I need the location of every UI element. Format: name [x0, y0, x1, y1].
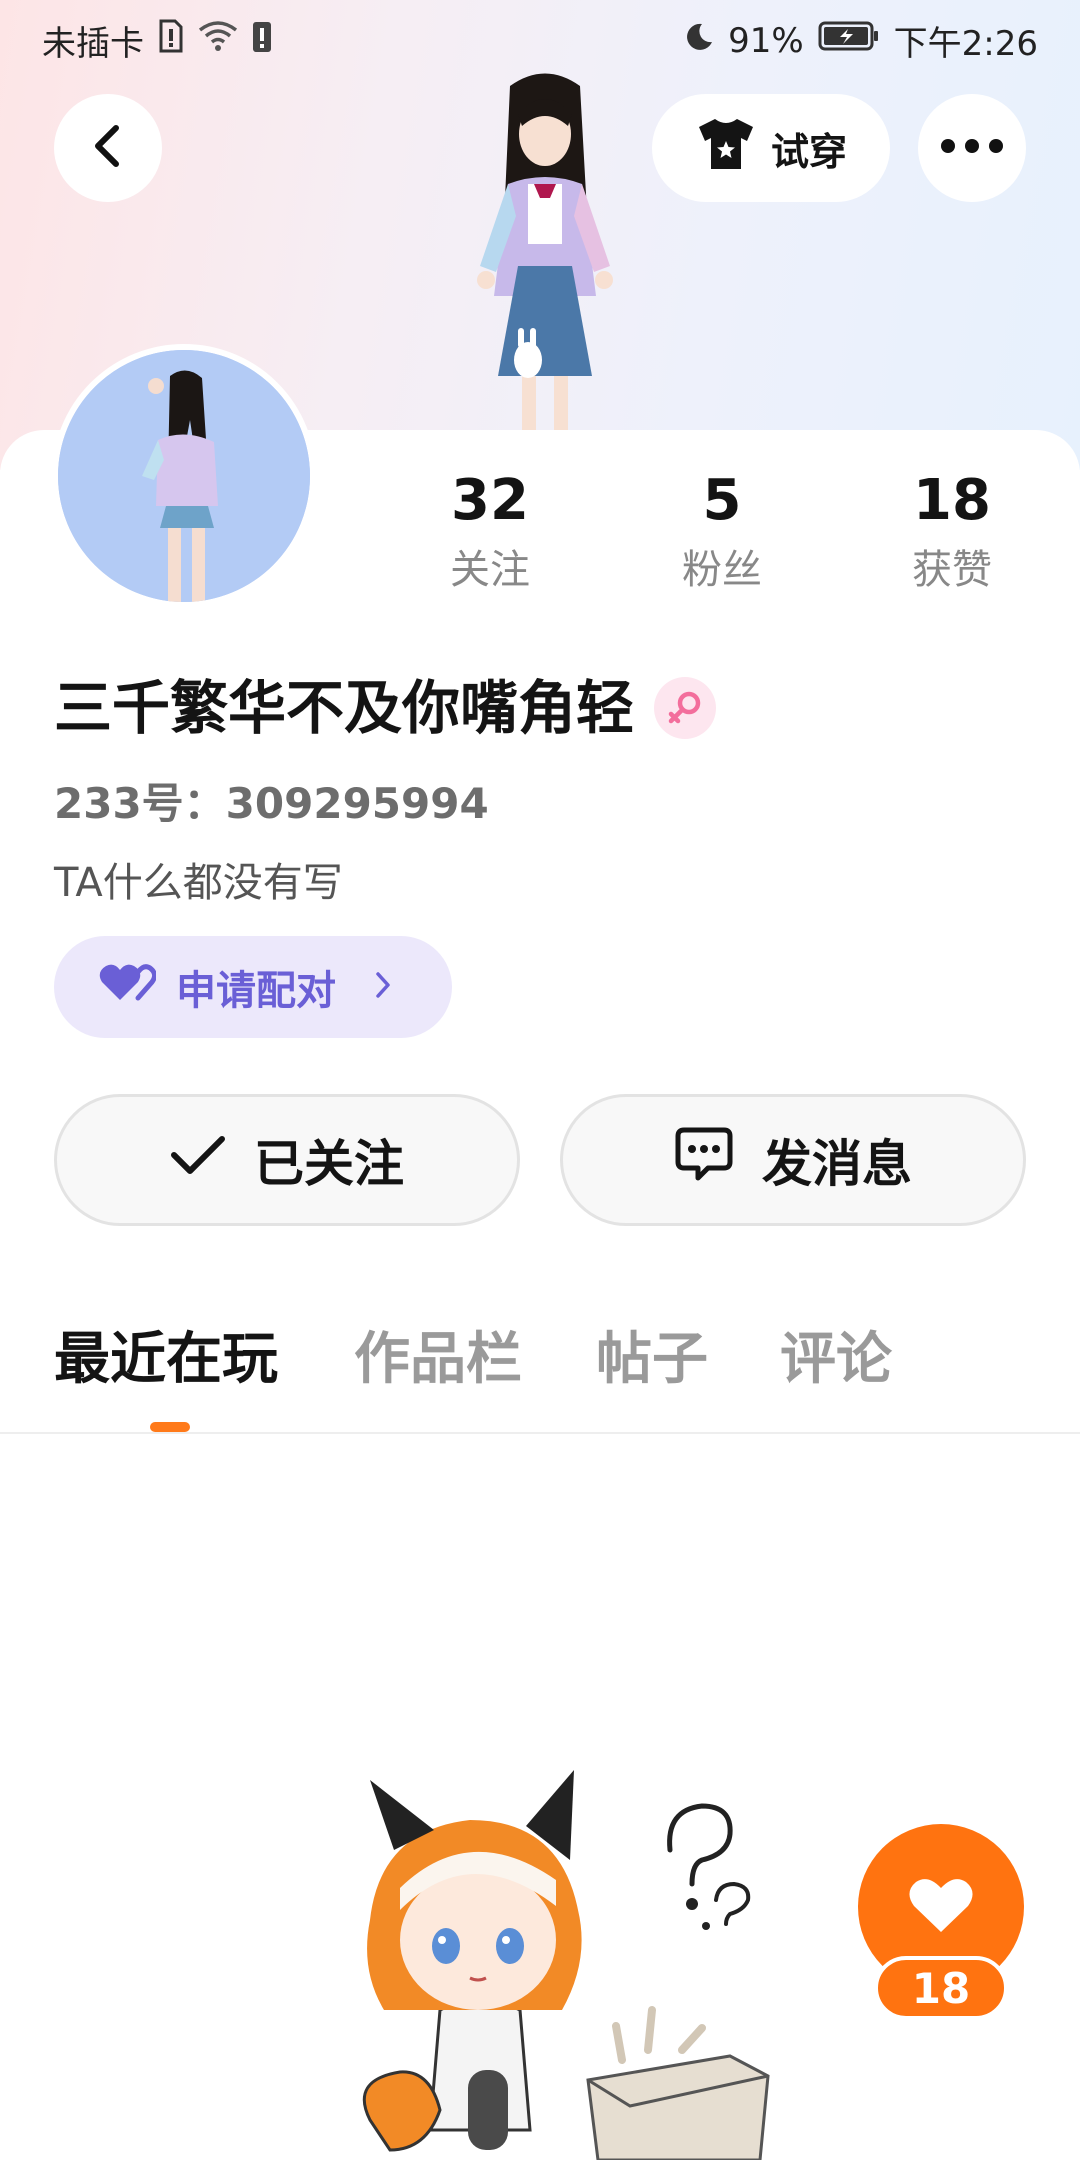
carrier-text: 未插卡	[42, 24, 144, 64]
profile-tabs: 最近在玩 作品栏 帖子 评论	[0, 1320, 1080, 1430]
profile-name: 三千繁华不及你嘴角轻	[54, 674, 635, 742]
double-heart-icon	[98, 960, 158, 1014]
stat-following[interactable]: 32 关注	[400, 466, 580, 600]
profile-name-row: 三千繁华不及你嘴角轻	[54, 668, 717, 748]
status-bar: 未插卡 91% 下午2:26	[0, 0, 1080, 76]
apply-pair-button[interactable]: 申请配对	[54, 936, 452, 1038]
stat-likes[interactable]: 18 获赞	[862, 466, 1042, 600]
stat-followers[interactable]: 5 粉丝	[632, 466, 812, 600]
user-id: 233号：309295994	[54, 779, 489, 828]
send-message-button[interactable]: 发消息	[560, 1094, 1026, 1226]
tab-comments[interactable]: 评论	[780, 1320, 892, 1400]
checkmark-icon	[170, 1131, 226, 1189]
active-tab-indicator	[150, 1422, 190, 1432]
sim-missing-icon	[158, 19, 184, 62]
tab-works[interactable]: 作品栏	[354, 1320, 522, 1400]
tab-recently-played[interactable]: 最近在玩	[54, 1320, 278, 1400]
battery-charging-icon	[818, 20, 880, 61]
stat-following-count: 32	[451, 468, 529, 533]
empty-state-illustration	[330, 1710, 790, 2162]
more-dots-icon	[940, 138, 1004, 158]
stat-likes-label: 获赞	[912, 547, 992, 593]
profile-bio: TA什么都没有写	[54, 860, 343, 906]
tabs-divider	[0, 1432, 1080, 1434]
send-message-label: 发消息	[762, 1135, 912, 1193]
wifi-icon	[198, 20, 238, 61]
try-on-button[interactable]: 试穿	[652, 94, 890, 202]
alert-icon	[252, 19, 272, 62]
followed-label: 已关注	[254, 1135, 404, 1193]
profile-stats: 32 关注 5 粉丝 18 获赞	[0, 466, 1080, 616]
moon-icon	[684, 21, 714, 61]
heart-icon	[906, 1874, 976, 1940]
apply-pair-label: 申请配对	[176, 968, 336, 1014]
tab-posts[interactable]: 帖子	[596, 1320, 708, 1400]
stat-likes-count: 18	[913, 468, 991, 533]
stat-following-label: 关注	[450, 547, 530, 593]
chevron-left-icon	[88, 122, 128, 174]
more-options-button[interactable]	[918, 94, 1026, 202]
stat-followers-label: 粉丝	[682, 547, 762, 593]
back-button[interactable]	[54, 94, 162, 202]
avatar-3d-figure	[410, 66, 680, 436]
chat-bubble-icon	[674, 1126, 734, 1194]
stat-followers-count: 5	[702, 468, 742, 533]
tshirt-icon	[695, 117, 757, 180]
try-on-label: 试穿	[770, 129, 847, 174]
female-gender-icon	[654, 677, 717, 739]
clock-time: 下午2:26	[893, 24, 1038, 64]
like-count-badge: 18	[874, 1956, 1008, 2020]
followed-button[interactable]: 已关注	[54, 1094, 520, 1226]
battery-percent: 91%	[728, 20, 804, 61]
chevron-right-icon	[374, 964, 392, 1010]
